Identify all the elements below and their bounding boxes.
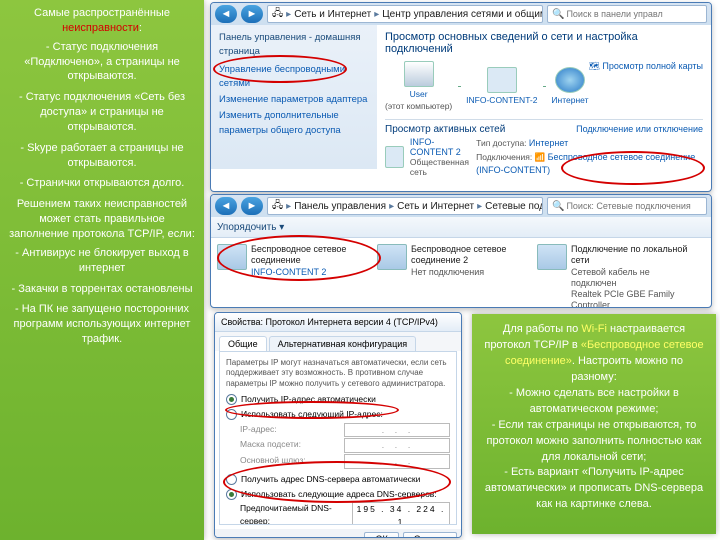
highlight-oval bbox=[561, 151, 705, 185]
network-connections-window: ◄ ► 🖧▸ Панель управления▸ Сеть и Интерне… bbox=[210, 194, 712, 308]
wifi-icon bbox=[377, 244, 407, 270]
list-item: Статус подключения «Сеть без доступа» и … bbox=[8, 90, 196, 135]
issue-list: Статус подключения «Подключено», а стран… bbox=[8, 40, 196, 192]
dns1-field[interactable]: 195 . 34 . 224 . 1 bbox=[352, 502, 450, 525]
full-map-link[interactable]: 🗺 Просмотр полной карты bbox=[588, 61, 703, 72]
search-input bbox=[564, 200, 702, 212]
condition-list: Антивирус не блокирует выход в интернет … bbox=[8, 246, 196, 347]
right-info-panel: Для работы по Wi-Fi настраивается проток… bbox=[472, 314, 716, 534]
page-title: Просмотр основных сведений о сети и наст… bbox=[385, 31, 703, 55]
list-item: Skype работает а страницы не открываются… bbox=[8, 141, 196, 171]
connection-item[interactable]: Беспроводное сетевое соединение 2Нет под… bbox=[377, 244, 533, 308]
dialog-title: Свойства: Протокол Интернета версии 4 (T… bbox=[215, 313, 461, 332]
search-box[interactable]: 🔍 bbox=[547, 197, 707, 215]
list-item: На ПК не запущено посторонних программ и… bbox=[8, 302, 196, 347]
list-item: Антивирус не блокирует выход в интернет bbox=[8, 246, 196, 276]
search-input bbox=[564, 8, 702, 20]
pc-icon bbox=[404, 61, 434, 87]
list-item: Закачки в торрентах остановлены bbox=[8, 282, 196, 297]
router-icon bbox=[487, 67, 517, 93]
sidebar: Панель управления - домашняя страница Уп… bbox=[211, 25, 377, 169]
highlight-oval bbox=[213, 55, 347, 83]
ok-button[interactable]: ОК bbox=[364, 532, 398, 538]
organize-menu[interactable]: Упорядочить ▾ bbox=[217, 222, 284, 233]
address-bar[interactable]: 🖧▸ Панель управления▸ Сеть и Интернет▸ С… bbox=[267, 197, 543, 215]
network-map: User(этот компьютер) INFO-CONTENT-2 Инте… bbox=[385, 61, 588, 111]
left-info-panel: Самые распространённые неисправности: Ст… bbox=[0, 0, 204, 540]
list-item: Статус подключения «Подключено», а стран… bbox=[8, 40, 196, 85]
sidebar-link-adapter[interactable]: Изменение параметров адаптера bbox=[219, 93, 369, 107]
network-center-window: ◄ ► 🖧▸ Сеть и Интернет▸ Центр управления… bbox=[210, 2, 712, 192]
sidebar-link[interactable]: Изменить дополнительные параметры общего… bbox=[219, 109, 369, 138]
highlight-oval bbox=[223, 461, 451, 503]
highlight-oval bbox=[217, 235, 381, 281]
tcpip-properties-dialog: Свойства: Протокол Интернета версии 4 (T… bbox=[214, 312, 462, 538]
tab-alt[interactable]: Альтернативная конфигурация bbox=[269, 336, 417, 351]
tab-general[interactable]: Общие bbox=[219, 336, 267, 351]
search-box[interactable]: 🔍 bbox=[547, 5, 707, 23]
connection-item[interactable]: Подключение по локальной сетиСетевой каб… bbox=[537, 244, 693, 308]
highlight-oval bbox=[225, 401, 399, 419]
network-name-link[interactable]: INFO-CONTENT 2 bbox=[410, 137, 470, 157]
lan-icon bbox=[537, 244, 567, 270]
list-item: Странички открываются долго. bbox=[8, 176, 196, 191]
forward-button[interactable]: ► bbox=[241, 5, 263, 23]
cancel-button[interactable]: Отмена bbox=[403, 532, 457, 538]
globe-icon bbox=[555, 67, 585, 93]
back-button[interactable]: ◄ bbox=[215, 5, 237, 23]
network-icon bbox=[385, 146, 404, 168]
connect-link[interactable]: Подключение или отключение bbox=[576, 124, 703, 134]
forward-button[interactable]: ► bbox=[241, 197, 263, 215]
address-bar[interactable]: 🖧▸ Сеть и Интернет▸ Центр управления сет… bbox=[267, 5, 543, 23]
back-button[interactable]: ◄ bbox=[215, 197, 237, 215]
